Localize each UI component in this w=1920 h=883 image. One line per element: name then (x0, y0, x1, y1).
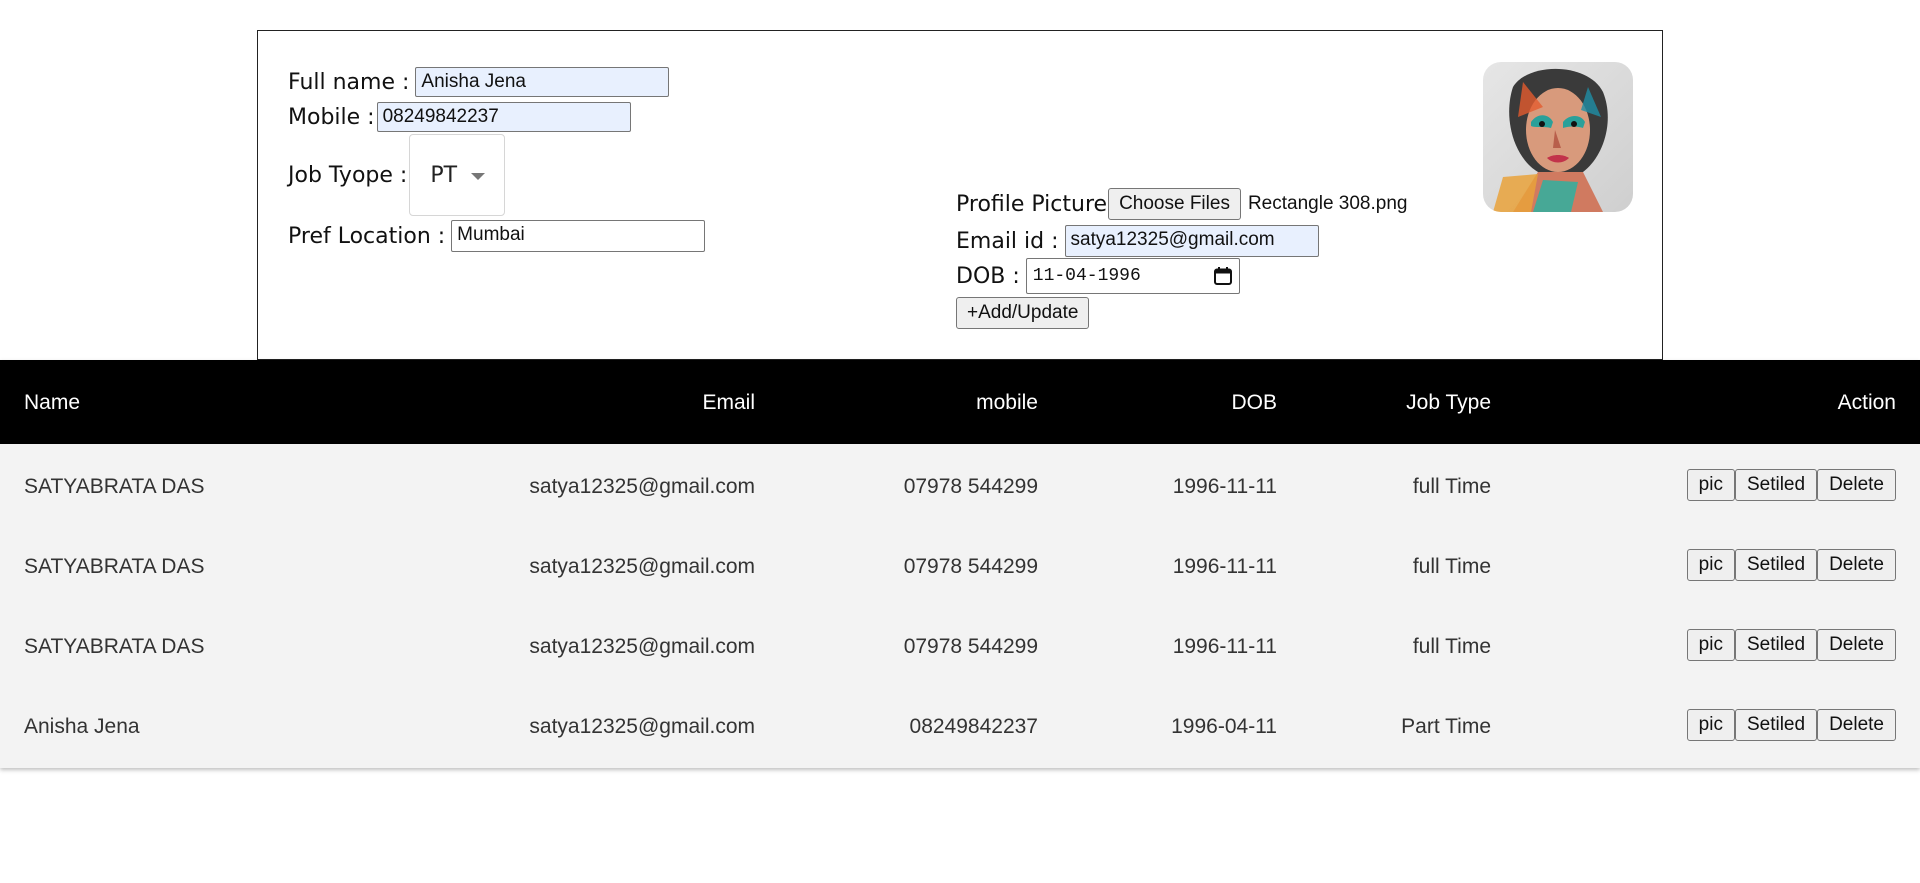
job-type-label: Job Tyope : (288, 162, 408, 188)
header-dob: DOB (1231, 391, 1277, 414)
delete-button[interactable]: Delete (1817, 549, 1896, 581)
table-row: SATYABRATA DAS satya12325@gmail.com 0797… (0, 604, 1920, 684)
mobile-label: Mobile : (288, 104, 375, 130)
job-type-row: Job Tyope : PT (288, 134, 506, 216)
table-row: SATYABRATA DAS satya12325@gmail.com 0797… (0, 524, 1920, 604)
pic-button[interactable]: pic (1686, 469, 1735, 501)
cell-email: satya12325@gmail.com (529, 475, 755, 498)
calendar-icon[interactable] (1213, 266, 1233, 286)
cell-mobile: 08249842237 (909, 715, 1038, 738)
add-update-button[interactable]: +Add/Update (956, 297, 1090, 329)
pic-button[interactable]: pic (1686, 709, 1735, 741)
settled-button[interactable]: Setiled (1734, 549, 1818, 581)
row-actions: pic Setiled Delete (1686, 709, 1896, 741)
full-name-label: Full name : (288, 69, 410, 95)
cell-name: SATYABRATA DAS (24, 635, 205, 658)
choose-files-button[interactable]: Choose Files (1108, 188, 1241, 220)
dob-input[interactable]: 11-04-1996 (1025, 258, 1240, 294)
dob-value: 11-04-1996 (1032, 266, 1141, 286)
mobile-row: Mobile : 08249842237 (288, 102, 631, 132)
pic-button[interactable]: pic (1686, 629, 1735, 661)
job-type-select[interactable]: PT (409, 134, 506, 216)
full-name-input[interactable]: Anisha Jena (415, 67, 670, 97)
cell-email: satya12325@gmail.com (529, 715, 755, 738)
delete-button[interactable]: Delete (1817, 469, 1896, 501)
row-actions: pic Setiled Delete (1686, 629, 1896, 661)
cell-dob: 1996-11-11 (1172, 475, 1277, 498)
pref-location-row: Pref Location : Mumbai (288, 220, 706, 252)
employee-table: Name Email mobile DOB Job Type Action SA… (0, 360, 1920, 768)
cell-email: satya12325@gmail.com (529, 635, 755, 658)
chevron-down-icon (471, 172, 486, 180)
email-label: Email id : (956, 228, 1059, 254)
dob-label: DOB : (956, 263, 1020, 289)
cell-job-type: full Time (1412, 555, 1491, 578)
table-row: SATYABRATA DAS satya12325@gmail.com 0797… (0, 444, 1920, 524)
header-action: Action (1837, 391, 1896, 414)
full-name-row: Full name : Anisha Jena (288, 67, 670, 97)
settled-button[interactable]: Setiled (1734, 709, 1818, 741)
table-row: Anisha Jena satya12325@gmail.com 0824984… (0, 684, 1920, 764)
cell-job-type: full Time (1412, 475, 1491, 498)
header-name: Name (24, 391, 81, 414)
settled-button[interactable]: Setiled (1734, 469, 1818, 501)
selected-file-name: Rectangle 308.png (1247, 193, 1408, 214)
cell-job-type: Part Time (1401, 715, 1491, 738)
pic-button[interactable]: pic (1686, 549, 1735, 581)
profile-picture-row: Profile Picture Choose Files Rectangle 3… (956, 188, 1407, 220)
email-row: Email id : satya12325@gmail.com (956, 225, 1319, 257)
cell-dob: 1996-11-11 (1172, 555, 1277, 578)
dob-row: DOB : 11-04-1996 (956, 258, 1240, 294)
profile-picture-thumbnail (1483, 62, 1633, 212)
delete-button[interactable]: Delete (1817, 709, 1896, 741)
row-actions: pic Setiled Delete (1686, 469, 1896, 501)
pref-location-input[interactable]: Mumbai (451, 220, 706, 252)
cell-name: Anisha Jena (24, 715, 140, 738)
cell-mobile: 07978 544299 (903, 555, 1038, 578)
pref-location-label: Pref Location : (288, 223, 446, 249)
cell-mobile: 07978 544299 (903, 475, 1038, 498)
cell-name: SATYABRATA DAS (24, 555, 205, 578)
cell-dob: 1996-04-11 (1171, 715, 1277, 738)
email-input[interactable]: satya12325@gmail.com (1064, 225, 1319, 257)
cell-job-type: full Time (1412, 635, 1491, 658)
employee-form: Full name : Anisha Jena Mobile : 0824984… (257, 30, 1663, 360)
add-update-row: +Add/Update (956, 297, 1090, 329)
cell-email: satya12325@gmail.com (529, 555, 755, 578)
header-email: Email (702, 391, 755, 414)
cell-dob: 1996-11-11 (1172, 635, 1277, 658)
row-actions: pic Setiled Delete (1686, 549, 1896, 581)
delete-button[interactable]: Delete (1817, 629, 1896, 661)
table-header: Name Email mobile DOB Job Type Action (0, 360, 1920, 444)
profile-picture-label: Profile Picture (956, 191, 1108, 217)
header-mobile: mobile (976, 391, 1038, 414)
cell-name: SATYABRATA DAS (24, 475, 205, 498)
job-type-selected-value: PT (430, 162, 458, 188)
mobile-input[interactable]: 08249842237 (376, 102, 631, 132)
header-job-type: Job Type (1406, 391, 1491, 414)
cell-mobile: 07978 544299 (903, 635, 1038, 658)
settled-button[interactable]: Setiled (1734, 629, 1818, 661)
